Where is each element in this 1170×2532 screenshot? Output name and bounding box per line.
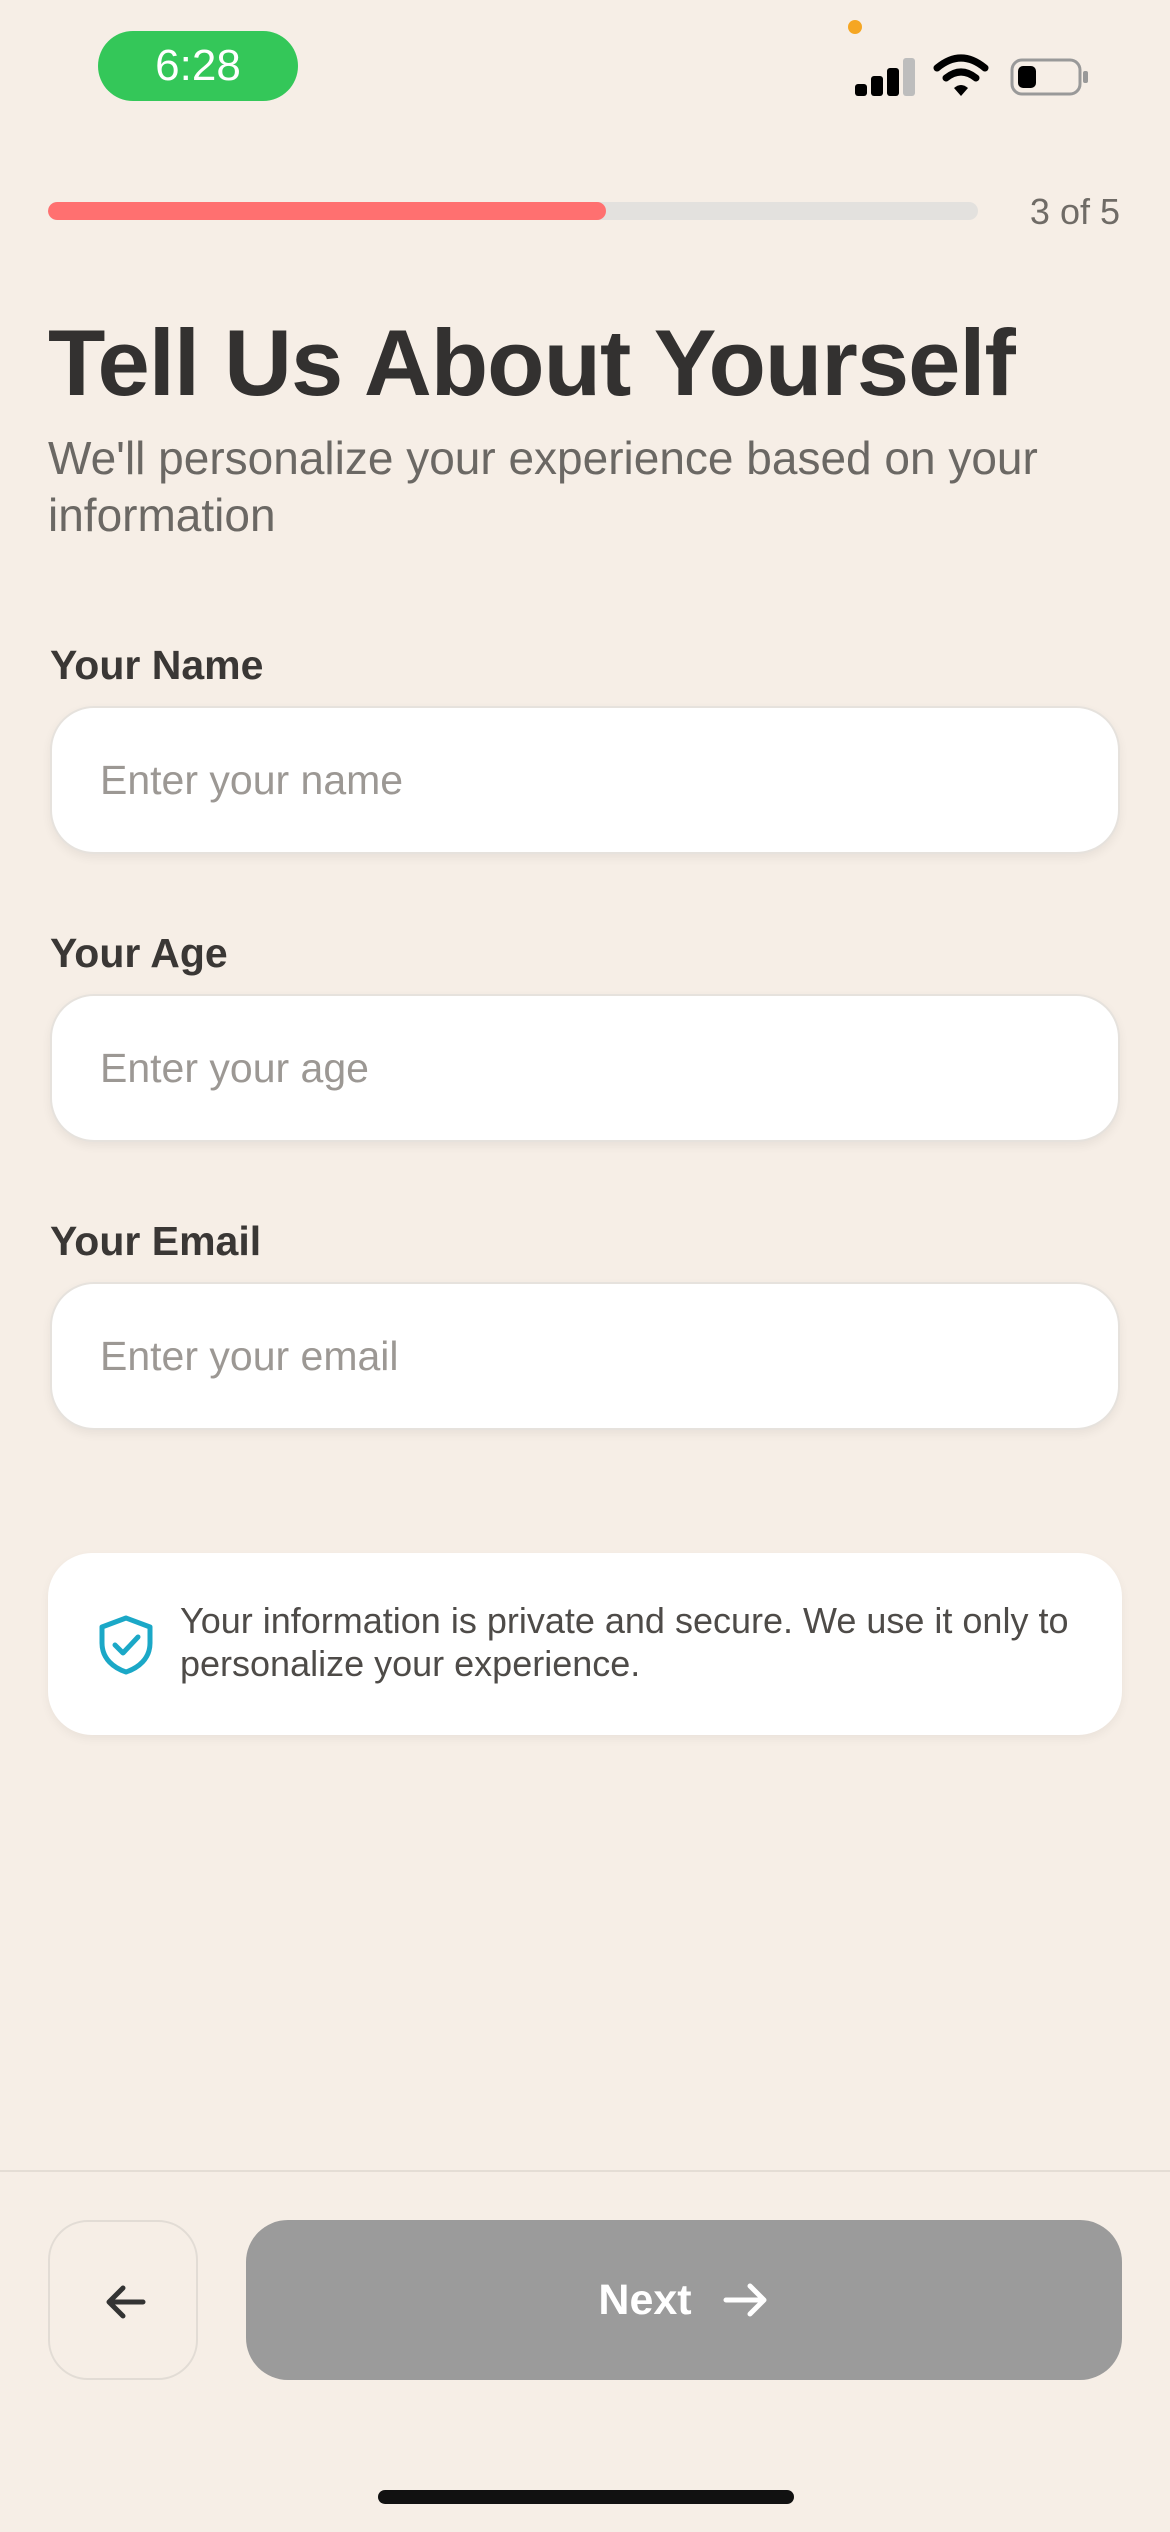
footer-divider [0, 2170, 1170, 2172]
camera-indicator-icon [848, 20, 862, 34]
home-indicator [378, 2490, 794, 2504]
signal-icon [855, 58, 917, 96]
shield-check-icon [99, 1615, 153, 1675]
arrow-right-icon [723, 2283, 767, 2317]
age-label: Your Age [50, 930, 228, 976]
progress-bar [48, 202, 978, 220]
progress-fill [48, 202, 606, 220]
name-label: Your Name [50, 642, 264, 688]
next-button[interactable]: Next [246, 2220, 1122, 2380]
name-input[interactable] [50, 706, 1120, 854]
email-label: Your Email [50, 1218, 262, 1264]
age-input[interactable] [50, 994, 1120, 1142]
onboarding-screen: 6:28 3 of 5 Tell Us About Yourself We'll… [0, 0, 1170, 2532]
next-button-label: Next [598, 2275, 692, 2324]
back-button[interactable] [48, 2220, 198, 2380]
status-time: 6:28 [98, 31, 298, 101]
privacy-notice: Your information is private and secure. … [48, 1553, 1122, 1735]
page-subtitle: We'll personalize your experience based … [48, 432, 1038, 541]
arrow-left-icon [106, 2285, 146, 2319]
page-title: Tell Us About Yourself [48, 310, 1016, 415]
battery-icon [1010, 58, 1088, 96]
privacy-text: Your information is private and secure. … [180, 1600, 1069, 1684]
email-input[interactable] [50, 1282, 1120, 1430]
wifi-icon [933, 54, 989, 96]
step-counter: 3 of 5 [1029, 191, 1120, 232]
